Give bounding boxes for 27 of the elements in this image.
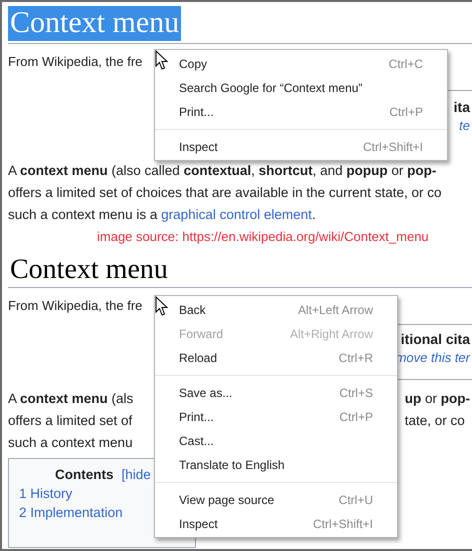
hide-link[interactable]: [hide: [122, 467, 151, 482]
page-heading: Context menu: [9, 254, 169, 286]
menu-item[interactable]: Inspect Ctrl+Shift+I: [155, 135, 447, 159]
menu-item[interactable]: Save as... Ctrl+S: [155, 381, 397, 405]
page-heading: Context menu: [8, 6, 182, 40]
infobox-title: ita: [454, 98, 470, 114]
menu-item[interactable]: Reload Ctrl+R: [155, 346, 397, 370]
menu-item[interactable]: Cast...: [155, 429, 397, 453]
menu-item[interactable]: View page source Ctrl+U: [155, 488, 397, 512]
article-link[interactable]: graphical control element: [161, 206, 312, 222]
intro-text: From Wikipedia, the fre: [8, 52, 142, 70]
paragraph-text: offers a limited set of: [8, 412, 132, 430]
paragraph-text: tate, or co: [404, 412, 465, 430]
image-source-caption: image source: https://en.wikipedia.org/wiki/Context_menu: [96, 228, 430, 246]
menu-item[interactable]: Print... Ctrl+P: [155, 405, 397, 429]
infobox-link[interactable]: te: [459, 118, 470, 132]
menu-item[interactable]: Inspect Ctrl+Shift+I: [155, 512, 397, 536]
article-paragraph: A context menu (also called contextual, shortcut, and popup or pop- offers a limited set of choices that are available in the current state, or co such a context menu is a graphical control element.: [8, 162, 442, 224]
paragraph-text: such a context menu: [8, 434, 133, 452]
intro-text: From Wikipedia, the fre: [8, 297, 142, 316]
menu-item[interactable]: Translate to English: [155, 453, 397, 477]
menu-item[interactable]: Search Google for “Context menu”: [155, 76, 447, 100]
paragraph-text: A context menu (als: [8, 390, 134, 408]
paragraph-text: up or pop-: [404, 390, 470, 408]
menu-item[interactable]: Print... Ctrl+P: [155, 100, 447, 124]
infobox-title: itional cita: [400, 331, 470, 348]
contents-title: Contents: [55, 467, 114, 482]
